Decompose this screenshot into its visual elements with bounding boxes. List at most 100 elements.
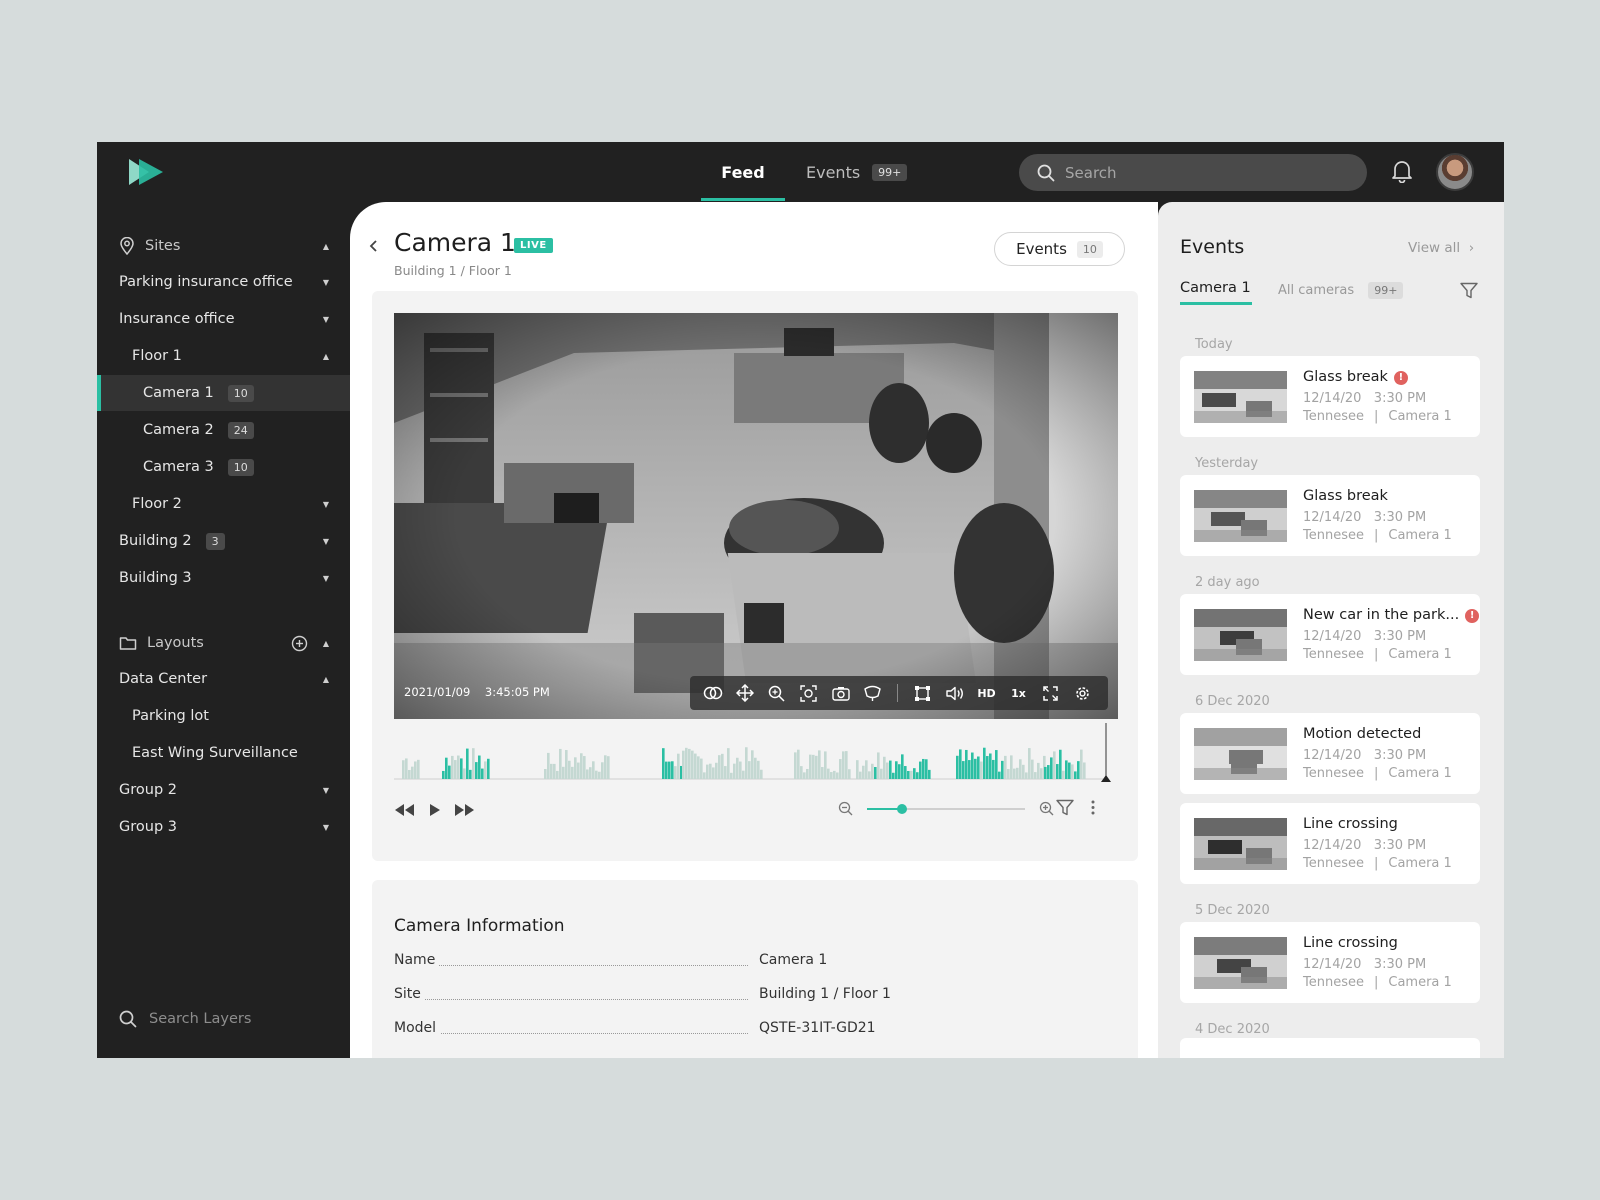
- leader-dots: [394, 965, 748, 966]
- rewind-icon[interactable]: [394, 803, 416, 817]
- timeline-bar: [583, 756, 586, 779]
- timeline-bar: [1068, 762, 1071, 779]
- event-timeline[interactable]: [394, 723, 1118, 783]
- event-group-label: 4 Dec 2020: [1195, 1022, 1270, 1037]
- sidebar-item[interactable]: Data Center ▲: [97, 661, 350, 697]
- info-value: Building 1 / Floor 1: [759, 986, 891, 1002]
- event-location: Tennesee | Camera 1: [1303, 528, 1452, 543]
- view-all-link[interactable]: View all ›: [1408, 240, 1474, 256]
- sidebar-item[interactable]: Camera 2 24: [97, 412, 350, 448]
- zoom-in-icon[interactable]: [1039, 801, 1054, 816]
- camera-icon[interactable]: [830, 683, 851, 704]
- sidebar-item[interactable]: Group 3 ▼: [97, 809, 350, 845]
- caret-down-icon[interactable]: ▼: [323, 500, 329, 509]
- play-logo-icon[interactable]: [127, 157, 165, 187]
- event-time: 3:30 PM: [1373, 510, 1427, 525]
- timeline-bar: [665, 761, 668, 779]
- chevron-left-icon[interactable]: [368, 238, 380, 254]
- volume-icon[interactable]: [944, 683, 965, 704]
- bell-icon[interactable]: [1391, 159, 1413, 183]
- timeline-bar: [836, 772, 839, 779]
- timeline-bar: [408, 769, 411, 779]
- search-bar[interactable]: [1019, 154, 1367, 191]
- camera-feed[interactable]: 2021/01/09 3:45:05 PM HD 1x: [394, 313, 1118, 719]
- caret-down-icon[interactable]: ▼: [323, 574, 329, 583]
- avatar[interactable]: [1436, 153, 1474, 191]
- timeline-bar: [815, 755, 818, 779]
- sidebar-item[interactable]: Parking lot: [97, 698, 350, 734]
- event-card[interactable]: Motion detected 12/14/20 3:30 PM Tennesee |…: [1180, 713, 1480, 794]
- tab-all-cameras[interactable]: All cameras 99+: [1278, 282, 1404, 299]
- info-label: Model: [394, 1020, 441, 1036]
- timeline-bar: [1062, 770, 1065, 779]
- event-card[interactable]: New car in the park...! 12/14/20 3:30 PM T…: [1180, 594, 1480, 675]
- tab-camera-1[interactable]: Camera 1: [1180, 280, 1251, 296]
- more-vertical-icon[interactable]: [1090, 799, 1096, 816]
- zoom-in-icon[interactable]: [766, 683, 787, 704]
- main-panel: Camera 1 LIVE Building 1 / Floor 1 Event…: [350, 202, 1158, 1058]
- zoom-out-icon[interactable]: [838, 801, 853, 816]
- zoom-slider[interactable]: [867, 803, 1025, 814]
- nav-events[interactable]: Events 99+: [806, 142, 908, 202]
- events-button[interactable]: Events 10: [994, 232, 1125, 266]
- timeline-bar: [607, 756, 610, 779]
- event-card[interactable]: Line crossing 12/14/20 3:30 PM Tennesee | Ca…: [1180, 922, 1480, 1003]
- timeline-bar: [481, 768, 484, 779]
- search-layers[interactable]: [119, 1010, 339, 1028]
- event-card[interactable]: [1180, 1038, 1480, 1058]
- search-layers-input[interactable]: [149, 1011, 339, 1027]
- sidebar-item[interactable]: Camera 1 10: [97, 375, 350, 411]
- timeline-bar: [730, 772, 733, 779]
- event-card[interactable]: Line crossing 12/14/20 3:30 PM Tennesee | Ca…: [1180, 803, 1480, 884]
- play-icon[interactable]: [428, 803, 442, 817]
- sidebar-section-sites[interactable]: Sites ▲: [97, 228, 350, 264]
- fast-forward-icon[interactable]: [454, 803, 476, 817]
- fullscreen-icon[interactable]: [1040, 683, 1061, 704]
- link-icon[interactable]: [702, 683, 723, 704]
- move-icon[interactable]: [734, 683, 755, 704]
- sidebar-item-label: Parking lot: [132, 708, 209, 724]
- sidebar-item[interactable]: Group 2 ▼: [97, 772, 350, 808]
- event-camera: Camera 1: [1388, 409, 1452, 424]
- timeline-bar: [694, 753, 697, 779]
- timeline-bar: [833, 770, 836, 779]
- filter-icon[interactable]: [1056, 799, 1074, 816]
- event-location: Tennesee | Camera 1: [1303, 856, 1452, 871]
- nav-feed[interactable]: Feed: [701, 142, 785, 202]
- sidebar: Sites ▲ Parking insurance office ▼ Insuran…: [97, 202, 350, 1058]
- sidebar-item-label: Data Center: [119, 671, 208, 687]
- crop-icon[interactable]: [912, 683, 933, 704]
- timeline-bar: [830, 772, 833, 779]
- sidebar-item[interactable]: Building 2 3 ▼: [97, 523, 350, 559]
- sidebar-item[interactable]: Camera 3 10: [97, 449, 350, 485]
- timeline-bar: [739, 761, 742, 779]
- sidebar-item[interactable]: Parking insurance office ▼: [97, 264, 350, 300]
- settings-icon[interactable]: [1072, 683, 1093, 704]
- search-input[interactable]: [1065, 163, 1345, 182]
- sidebar-item[interactable]: Building 3 ▼: [97, 560, 350, 596]
- sidebar-section-layouts[interactable]: Layouts ▲: [97, 625, 350, 661]
- speed-button[interactable]: 1x: [1008, 683, 1029, 704]
- timeline-bar: [1080, 749, 1083, 779]
- filter-icon[interactable]: [1460, 282, 1478, 299]
- event-timestamp: 12/14/20 3:30 PM: [1303, 957, 1426, 972]
- sidebar-item[interactable]: Insurance office ▼: [97, 301, 350, 337]
- add-circle-icon[interactable]: [291, 635, 308, 652]
- zoom-slider-handle[interactable]: [896, 803, 907, 814]
- focus-icon[interactable]: [798, 683, 819, 704]
- caret-down-icon[interactable]: ▼: [323, 537, 329, 546]
- caret-down-icon[interactable]: ▼: [323, 315, 329, 324]
- caret-down-icon[interactable]: ▼: [323, 823, 329, 832]
- caret-up-icon[interactable]: ▲: [323, 352, 329, 361]
- fisheye-icon[interactable]: [862, 683, 883, 704]
- sidebar-item[interactable]: Floor 1 ▲: [97, 338, 350, 374]
- caret-up-icon[interactable]: ▲: [323, 675, 329, 684]
- quality-button[interactable]: HD: [976, 683, 997, 704]
- event-card[interactable]: Glass break 12/14/20 3:30 PM Tennesee | Came…: [1180, 475, 1480, 556]
- timeline-bar: [562, 766, 565, 779]
- caret-down-icon[interactable]: ▼: [323, 278, 329, 287]
- caret-down-icon[interactable]: ▼: [323, 786, 329, 795]
- sidebar-item[interactable]: East Wing Surveillance: [97, 735, 350, 771]
- sidebar-item[interactable]: Floor 2 ▼: [97, 486, 350, 522]
- event-card[interactable]: Glass break! 12/14/20 3:30 PM Tennesee | Cam…: [1180, 356, 1480, 437]
